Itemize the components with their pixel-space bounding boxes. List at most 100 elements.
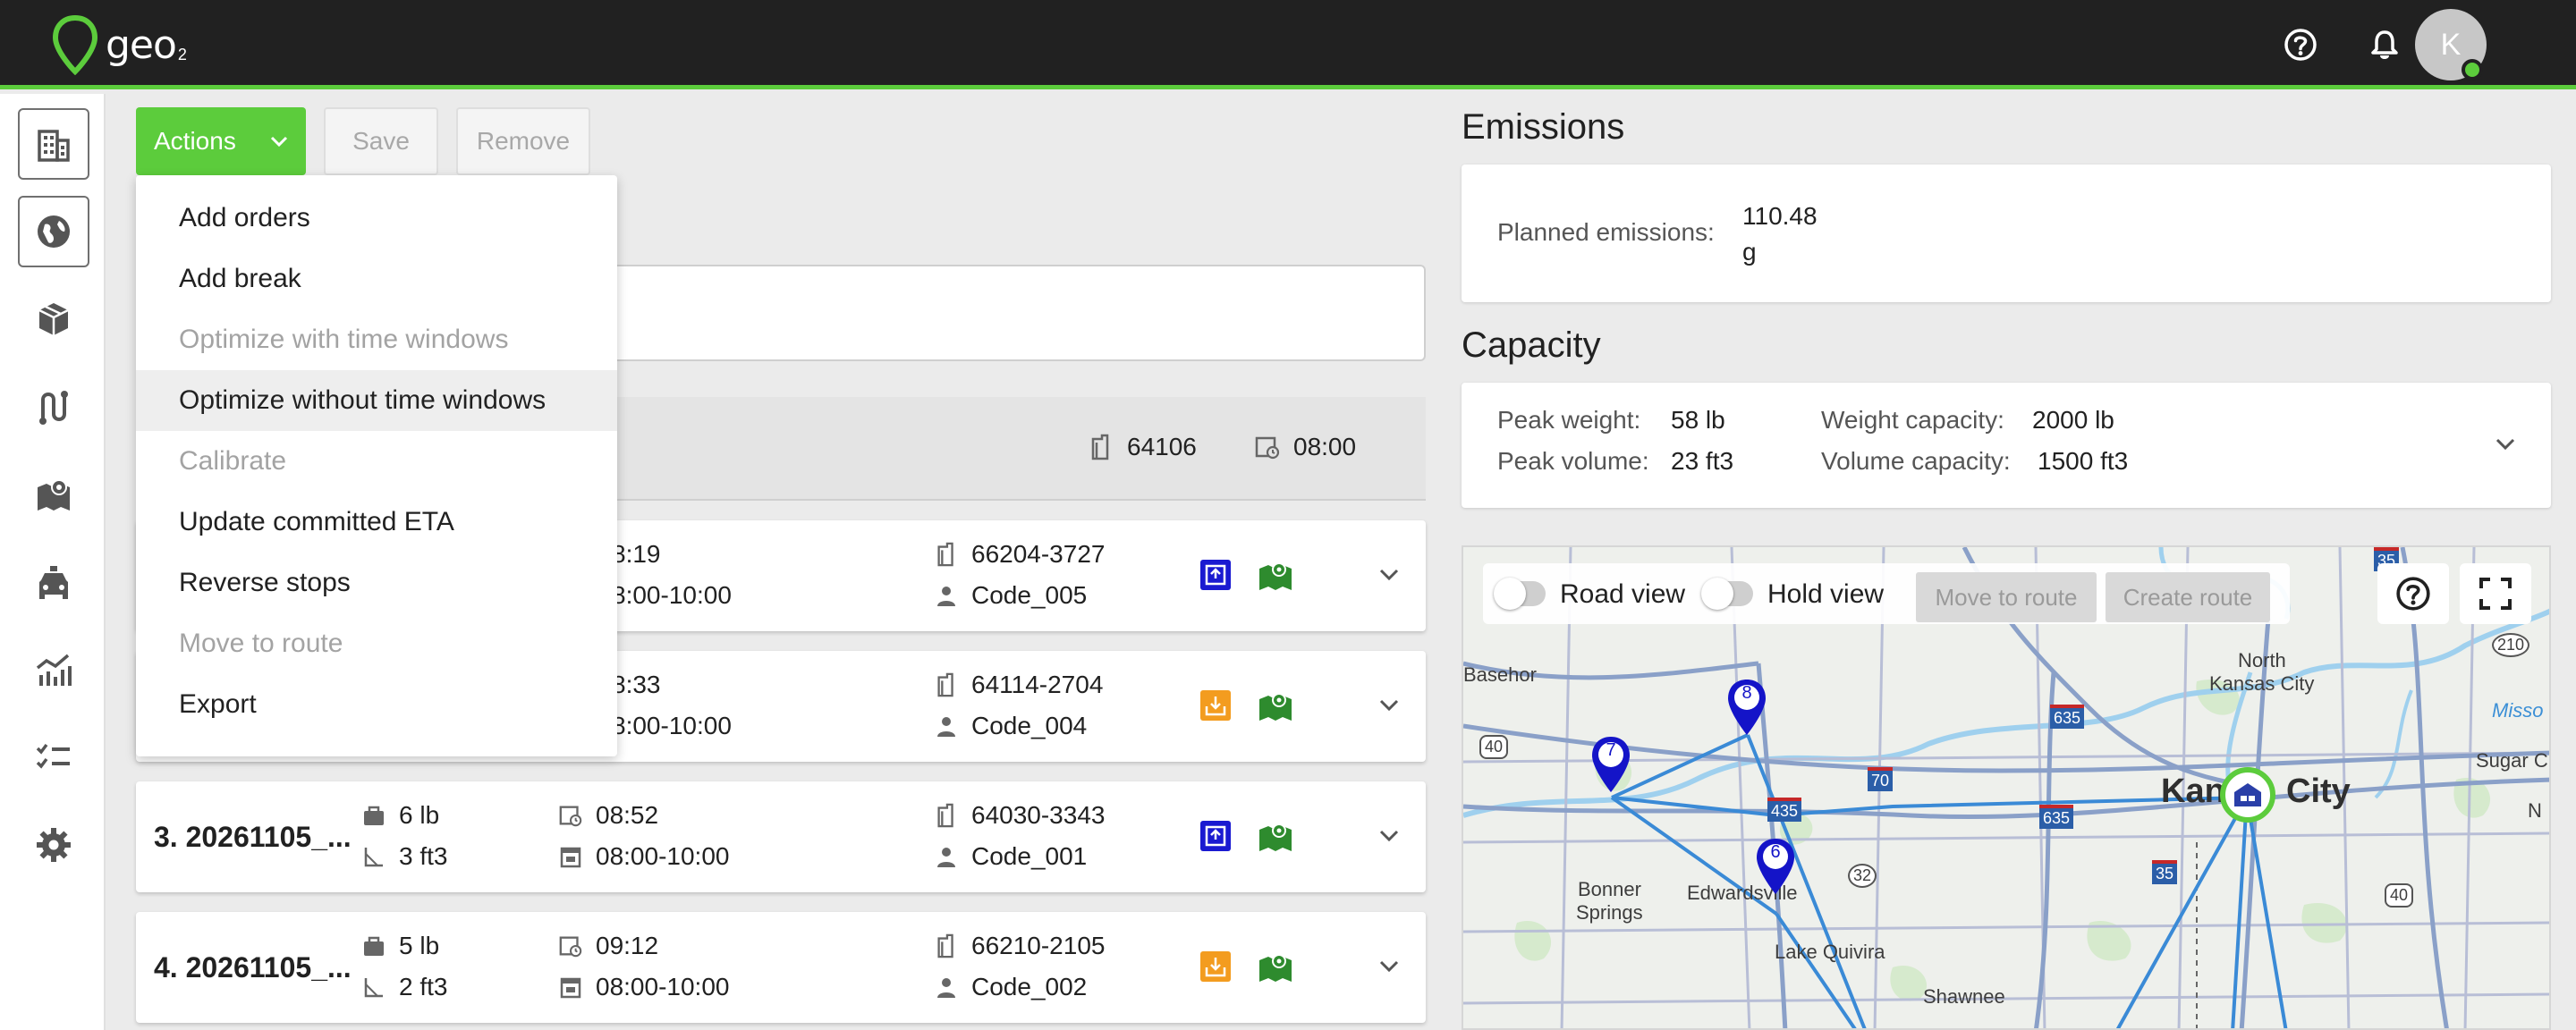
hold-view-label: Hold view [1767, 579, 1885, 609]
person-icon [937, 848, 955, 867]
calendar-clock-icon [559, 936, 582, 958]
building-icon [1091, 434, 1109, 460]
weight-capacity-value: 2000 lb [2032, 406, 2114, 434]
route-stop-marker[interactable]: 7 [1590, 735, 1631, 794]
stop-eta-value: 09:12 [596, 932, 659, 959]
menu-item-calibrate: Calibrate [179, 446, 287, 476]
person-icon [937, 717, 955, 737]
stop-contact: Code_004 [934, 712, 1087, 740]
stop-window: 08:00-10:00 [558, 842, 729, 871]
route-stop-marker[interactable]: 8 [1726, 678, 1767, 737]
route-map[interactable]: Basehor North Kansas City Bonner Springs… [1462, 545, 2551, 1030]
sidebar-item-vehicles[interactable] [18, 546, 89, 618]
delivery-type-icon [1200, 821, 1231, 851]
place-label: Misso [2492, 699, 2544, 722]
sidebar-item-routes[interactable] [18, 371, 89, 443]
weight-icon [364, 936, 384, 956]
actions-button[interactable]: Actions [136, 107, 306, 175]
weight-icon [364, 806, 384, 825]
delivery-type-icon [1200, 560, 1231, 590]
chevron-down-icon[interactable] [1376, 823, 1402, 849]
calendar-clock-icon [1255, 436, 1280, 460]
stop-zip: 66210-2105 [934, 932, 1105, 960]
sidebar-item-map[interactable] [18, 459, 89, 530]
volume-capacity-label: Volume capacity: [1821, 447, 2011, 475]
stop-zip-value: 64030-3343 [971, 801, 1106, 829]
menu-item-reverse-stops[interactable]: Reverse stops [136, 553, 617, 613]
stop-eta: 8:33 [612, 671, 661, 699]
menu-item-optimize-with-time-windows: Optimize with time windows [179, 325, 509, 354]
stop-zip-value: 66204-3727 [971, 540, 1106, 568]
buildings-icon [38, 130, 70, 162]
remove-button[interactable]: Remove [456, 107, 590, 175]
chevron-down-icon[interactable] [1376, 953, 1402, 980]
chevron-down-icon[interactable] [2492, 431, 2519, 458]
sidebar-item-analytics[interactable] [18, 634, 89, 705]
sidebar-item-tasks[interactable] [18, 722, 89, 793]
stop-zip: 64030-3343 [934, 801, 1105, 830]
stop-window-value: 8:00-10:00 [612, 581, 732, 609]
highway-shield: 32 [1848, 864, 1877, 888]
menu-item-add-orders[interactable]: Add orders [136, 188, 617, 249]
stop-weight: 6 lb [361, 801, 439, 830]
stop-window-value: 8:00-10:00 [612, 712, 732, 739]
save-button[interactable]: Save [324, 107, 438, 175]
stop-card[interactable]: 4. 20261105_... 5 lb 2 ft3 09:12 08:00-1… [136, 912, 1426, 1023]
stop-zip: 66204-3727 [934, 540, 1105, 569]
map-help-button[interactable] [2377, 563, 2449, 624]
stop-eta-value: 8:33 [612, 671, 661, 698]
help-icon [2396, 577, 2430, 611]
menu-item-add-break[interactable]: Add break [136, 249, 617, 309]
app-logo[interactable]: geo 2 [50, 13, 187, 77]
menu-item-update-committed-eta[interactable]: Update committed ETA [136, 492, 617, 553]
sidebar-item-settings[interactable] [18, 809, 89, 881]
stop-title[interactable]: 3. 20261105_... [154, 821, 352, 854]
volume-icon [364, 978, 383, 998]
stop-zip-value: 66210-2105 [971, 932, 1106, 959]
help-icon[interactable] [2281, 25, 2320, 64]
map-location-icon[interactable] [1258, 560, 1293, 592]
depot-marker[interactable] [2220, 767, 2275, 823]
route-start-time-value: 08:00 [1293, 433, 1357, 460]
map-location-icon[interactable] [1258, 951, 1293, 984]
menu-item-optimize-without-time-windows[interactable]: Optimize without time windows [136, 370, 617, 431]
city-label: Kan [2161, 772, 2225, 810]
sidebar-item-packages[interactable] [18, 283, 89, 355]
hold-view-toggle[interactable] [1701, 578, 1753, 610]
peak-volume-label: Peak volume: [1497, 447, 1649, 475]
chevron-down-icon[interactable] [1376, 561, 1402, 588]
route-start-zip: 64106 [1088, 433, 1197, 461]
avatar-initial: K [2440, 27, 2462, 62]
stop-window-value: 08:00-10:00 [596, 842, 730, 870]
stop-volume: 3 ft3 [361, 842, 447, 871]
planned-emissions-value: 110.48 [1742, 202, 1818, 230]
capacity-title: Capacity [1462, 325, 1601, 365]
move-to-route-button[interactable]: Move to route [1916, 572, 2097, 622]
stop-card[interactable]: 3. 20261105_... 6 lb 3 ft3 08:52 08:00-1… [136, 781, 1426, 892]
logo-subscript: 2 [177, 45, 187, 63]
map-location-icon[interactable] [1258, 821, 1293, 853]
sidebar-item-buildings[interactable] [18, 108, 89, 180]
route-stop-marker[interactable]: 6 [1755, 837, 1796, 896]
stop-contact-value: Code_001 [971, 842, 1088, 870]
stop-title[interactable]: 4. 20261105_... [154, 951, 352, 984]
place-label: Basehor [1463, 663, 1537, 686]
bell-icon[interactable] [2365, 25, 2404, 64]
stop-eta: 08:52 [558, 801, 658, 830]
pickup-type-icon [1200, 951, 1231, 982]
vehicle-icon [39, 566, 68, 599]
highway-shield: 35 [2152, 860, 2178, 884]
map-location-icon[interactable] [1258, 690, 1293, 722]
route-name-field[interactable] [501, 265, 1426, 361]
calendar-clock-icon [559, 806, 582, 827]
sidebar-item-globe[interactable] [18, 196, 89, 267]
menu-item-export[interactable]: Export [136, 674, 617, 735]
map-fullscreen-button[interactable] [2460, 563, 2531, 624]
capacity-card[interactable]: Peak weight: 58 lb Peak volume: 23 ft3 W… [1462, 383, 2551, 508]
road-view-toggle[interactable] [1494, 578, 1546, 610]
highway-shield: 435 [1767, 798, 1802, 822]
create-route-button[interactable]: Create route [2106, 572, 2270, 622]
chevron-down-icon[interactable] [1376, 692, 1402, 719]
actions-menu: Add orders Add break Optimize with time … [136, 175, 617, 756]
stop-window: 08:00-10:00 [558, 973, 729, 1001]
